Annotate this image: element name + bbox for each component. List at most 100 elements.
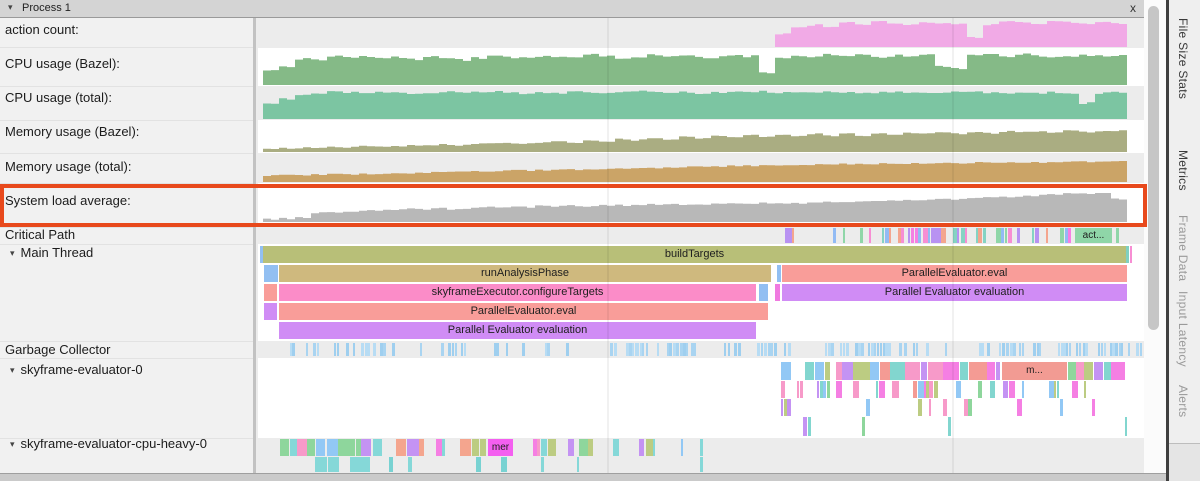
trace-slice[interactable] <box>1068 362 1076 380</box>
trace-slice[interactable] <box>827 381 830 398</box>
trace-slice[interactable] <box>541 457 544 472</box>
gc-tick[interactable] <box>874 343 876 356</box>
gc-tick[interactable] <box>646 343 648 356</box>
trace-slice[interactable] <box>870 362 879 380</box>
heavy-slice[interactable] <box>700 439 703 456</box>
gc-tick[interactable] <box>981 343 984 356</box>
gc-tick[interactable] <box>734 343 737 356</box>
gc-tick[interactable] <box>464 343 466 356</box>
gc-tick[interactable] <box>877 343 879 356</box>
trace-slice[interactable] <box>1005 228 1007 243</box>
sky0-slice[interactable] <box>862 417 865 436</box>
trace-slice[interactable] <box>817 381 819 398</box>
trace-slice[interactable] <box>905 362 920 380</box>
trace-slice[interactable] <box>941 228 946 243</box>
trace-slice[interactable] <box>792 228 794 243</box>
trace-slice[interactable] <box>929 399 931 416</box>
gc-tick[interactable] <box>686 343 688 356</box>
trace-slice[interactable] <box>908 228 910 243</box>
trace-slice[interactable] <box>646 439 653 456</box>
main-thread-slice[interactable] <box>264 265 278 282</box>
counter-chart-memTotal[interactable] <box>263 160 1127 182</box>
trace-slice[interactable] <box>407 439 419 456</box>
gc-tick[interactable] <box>904 343 907 356</box>
counter-chart-cpuBazel[interactable] <box>263 50 1127 85</box>
gc-tick[interactable] <box>774 343 777 356</box>
gc-tick[interactable] <box>306 343 308 356</box>
gc-tick[interactable] <box>292 343 295 356</box>
gc-tick[interactable] <box>1104 343 1106 356</box>
gc-tick[interactable] <box>1076 343 1078 356</box>
gc-tick[interactable] <box>547 343 550 356</box>
trace-slice[interactable] <box>1008 228 1012 243</box>
trace-slice[interactable] <box>996 362 1000 380</box>
main-thread-slice[interactable] <box>1126 246 1129 263</box>
trace-slice[interactable] <box>918 399 922 416</box>
trace-slice[interactable] <box>328 457 339 472</box>
gc-tick[interactable] <box>1019 343 1021 356</box>
gc-tick[interactable] <box>461 343 463 356</box>
trace-slice[interactable] <box>934 381 938 398</box>
gc-tick[interactable] <box>926 343 929 356</box>
trace-slice[interactable] <box>1046 228 1048 243</box>
trace-slice[interactable] <box>1111 362 1125 380</box>
main-thread-slice-runanalysisphase[interactable]: runAnalysisPhase <box>279 265 771 282</box>
trace-slice[interactable] <box>307 439 315 456</box>
trace-slice[interactable] <box>1022 381 1024 398</box>
gc-tick[interactable] <box>738 343 741 356</box>
gc-tick[interactable] <box>694 343 696 356</box>
trace-slice[interactable] <box>911 228 914 243</box>
gc-tick[interactable] <box>566 343 569 356</box>
trace-slice[interactable] <box>1017 228 1020 243</box>
trace-slice[interactable] <box>681 439 683 456</box>
trace-slice[interactable] <box>1104 362 1111 380</box>
trace-slice[interactable] <box>1060 399 1063 416</box>
gc-tick[interactable] <box>448 343 451 356</box>
main-thread-slice-parallelevaluator-eval[interactable]: ParallelEvaluator.eval <box>782 265 1127 282</box>
gc-tick[interactable] <box>770 343 773 356</box>
trace-slice[interactable] <box>338 439 350 456</box>
trace-slice[interactable] <box>1057 381 1059 398</box>
counter-chart-memBazel[interactable] <box>263 128 1127 152</box>
gc-tick[interactable] <box>987 343 990 356</box>
trace-slice[interactable] <box>896 381 899 398</box>
counter-chart-cpuTotal[interactable] <box>263 88 1127 119</box>
collapse-process-icon[interactable]: ▾ <box>8 2 13 13</box>
trace-slice[interactable] <box>1092 399 1095 416</box>
trace-slice[interactable] <box>781 381 785 398</box>
gc-tick[interactable] <box>868 343 870 356</box>
trace-slice[interactable] <box>943 399 947 416</box>
trace-slice[interactable] <box>327 439 338 456</box>
gc-tick[interactable] <box>383 343 386 356</box>
process-header[interactable]: ▾ Process 1 x <box>0 0 1144 18</box>
gc-tick[interactable] <box>1033 343 1036 356</box>
gc-tick[interactable] <box>846 343 849 356</box>
gc-tick[interactable] <box>945 343 947 356</box>
trace-slice[interactable] <box>929 381 933 398</box>
trace-slice[interactable] <box>1003 381 1008 398</box>
sky0-slice[interactable] <box>803 417 807 436</box>
collapse-heavy-icon[interactable]: ▾ <box>10 439 15 449</box>
main-thread-slice[interactable] <box>264 303 277 320</box>
trace-slice[interactable] <box>1068 228 1071 243</box>
trace-slice[interactable] <box>1076 362 1084 380</box>
trace-slice[interactable] <box>280 439 289 456</box>
trace-slice[interactable] <box>1054 381 1056 398</box>
sidebar-tab-file-size-stats[interactable]: File Size Stats <box>1176 18 1190 99</box>
trace-slice[interactable] <box>408 457 412 472</box>
trace-slice[interactable] <box>442 439 445 456</box>
gc-tick[interactable] <box>642 343 644 356</box>
vertical-scrollbar-thumb[interactable] <box>1148 6 1159 330</box>
trace-slice[interactable] <box>913 381 917 398</box>
trace-slice[interactable] <box>800 381 803 398</box>
trace-slice[interactable] <box>901 228 904 243</box>
trace-slice[interactable] <box>882 228 884 243</box>
gc-tick[interactable] <box>1121 343 1123 356</box>
gc-tick[interactable] <box>346 343 349 356</box>
trace-slice[interactable] <box>960 362 968 380</box>
sidebar-tab-frame-data[interactable]: Frame Data <box>1176 215 1190 281</box>
trace-slice[interactable] <box>815 362 824 380</box>
gc-tick[interactable] <box>916 343 918 356</box>
trace-slice[interactable] <box>797 381 799 398</box>
trace-slice[interactable] <box>921 362 927 380</box>
